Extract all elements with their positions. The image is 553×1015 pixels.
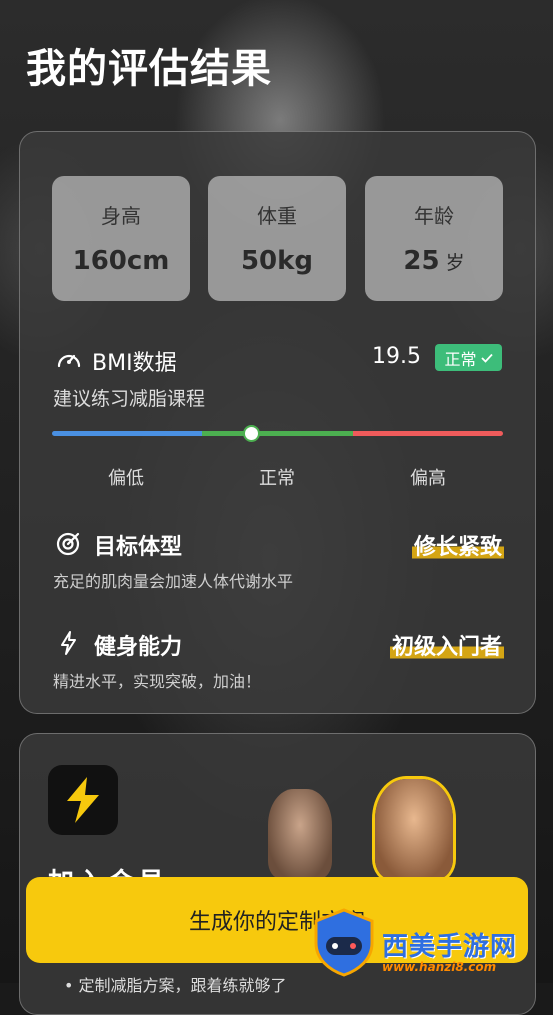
app-logo-icon <box>48 765 118 835</box>
target-icon <box>56 530 82 560</box>
lightning-icon <box>56 630 82 660</box>
page-title: 我的评估结果 <box>26 46 272 92</box>
scale-label-normal: 正常 <box>259 468 295 489</box>
height-value: 160cm <box>72 246 170 276</box>
bmi-value: 19.5 <box>372 344 421 369</box>
scale-high-segment <box>353 431 503 436</box>
scale-label-low: 偏低 <box>108 468 144 489</box>
bmi-recommendation: 建议练习减脂课程 <box>53 388 206 410</box>
gamepad-shield-icon <box>312 907 376 981</box>
goal-header: 目标体型 <box>56 529 182 561</box>
fitness-value: 初级入门者 <box>389 629 504 661</box>
scale-label-high: 偏高 <box>410 468 446 489</box>
status-label: 正常 <box>444 349 477 369</box>
weight-label: 体重 <box>257 204 297 228</box>
age-unit: 岁 <box>445 252 465 274</box>
fitness-title: 健身能力 <box>94 635 183 660</box>
bmi-indicator <box>243 425 260 442</box>
age-stat: 年龄 25 岁 <box>365 176 503 301</box>
height-label: 身高 <box>101 204 141 228</box>
watermark: 西美手游网 www.hanzi8.com <box>312 905 552 983</box>
status-badge: 正常 <box>435 344 502 371</box>
check-icon <box>480 348 493 367</box>
speedometer-icon <box>56 348 82 374</box>
bmi-header: BMI数据 <box>56 345 177 377</box>
membership-feature: • 定制减脂方案，跟着练就够了 <box>64 976 287 995</box>
weight-value: 50kg <box>240 246 314 276</box>
goal-title: 目标体型 <box>94 535 183 560</box>
watermark-text: 西美手游网 <box>382 931 518 962</box>
bmi-scale-bar <box>52 425 503 442</box>
fitness-header: 健身能力 <box>56 629 182 661</box>
bmi-title: BMI数据 <box>92 351 177 376</box>
goal-value: 修长紧致 <box>411 529 504 561</box>
age-label: 年龄 <box>414 204 454 228</box>
watermark-url: www.hanzi8.com <box>382 960 497 974</box>
scale-normal-segment <box>202 431 353 436</box>
after-person-image <box>375 779 453 879</box>
age-value: 25 岁 <box>403 246 465 276</box>
goal-subtitle: 充足的肌肉量会加速人体代谢水平 <box>53 572 294 591</box>
scale-low-segment <box>52 431 202 436</box>
before-person-image <box>268 789 332 879</box>
weight-stat: 体重 50kg <box>208 176 346 301</box>
assessment-card: 身高 160cm 体重 50kg 年龄 25 岁 BMI数据 19.5 正常 建议… <box>19 131 536 714</box>
height-stat: 身高 160cm <box>52 176 190 301</box>
fitness-subtitle: 精进水平，实现突破，加油！ <box>53 672 262 691</box>
